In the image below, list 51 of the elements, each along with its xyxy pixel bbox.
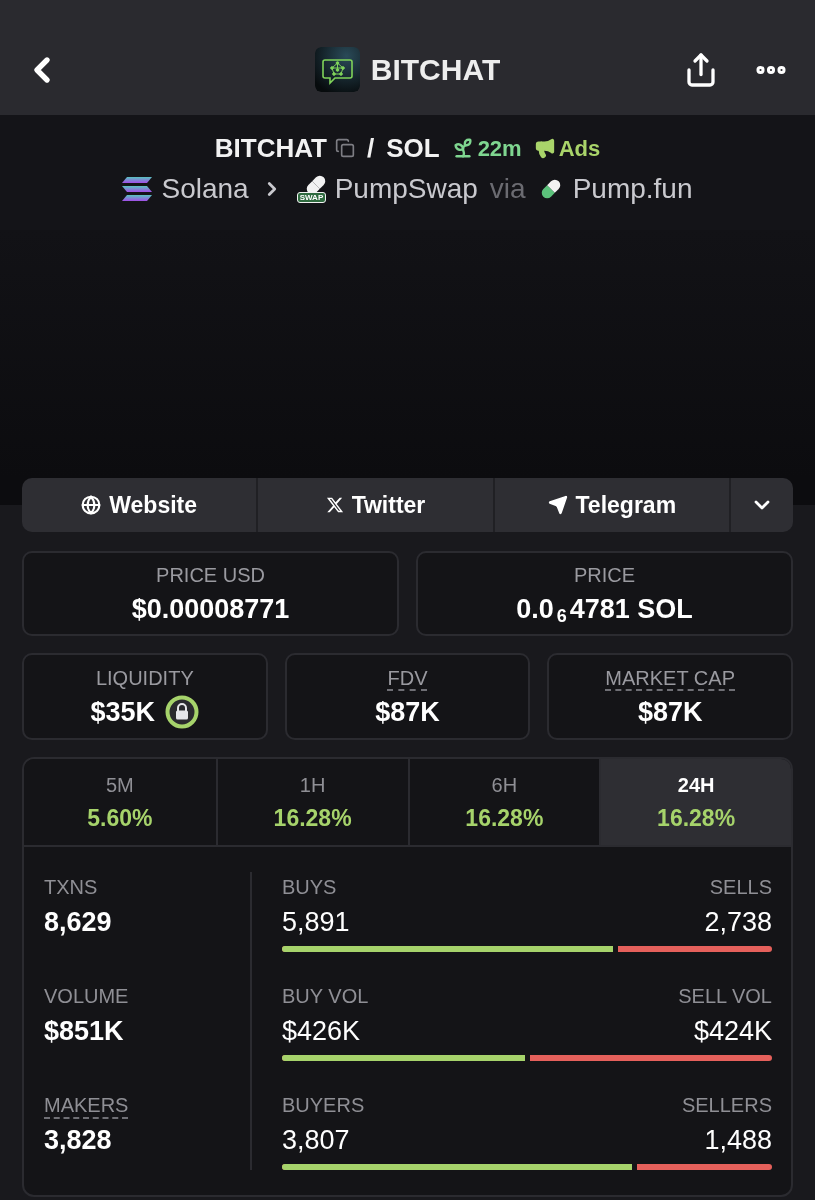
paper-plane-icon: [547, 495, 568, 515]
quote-symbol: SOL: [386, 131, 440, 165]
twitter-button[interactable]: Twitter: [256, 478, 493, 532]
sprout-icon: [451, 137, 474, 159]
pair-slash: /: [366, 131, 375, 165]
split-label: SELLERS: [681, 1093, 772, 1118]
pair-age: 22m: [477, 134, 522, 163]
stat-label: MAKERS: [44, 1093, 129, 1118]
card-value: $35K: [90, 695, 156, 729]
split-value: 2,738: [704, 906, 772, 939]
copy-icon[interactable]: [334, 138, 355, 158]
split-label: SELLS: [709, 875, 772, 900]
ads-link[interactable]: Ads: [558, 131, 601, 165]
stat-value: 3,828: [44, 1124, 112, 1157]
globe-icon: [81, 495, 102, 515]
via-text: via: [489, 172, 526, 206]
telegram-button[interactable]: Telegram: [492, 478, 729, 532]
split-value: 3,807: [282, 1124, 350, 1157]
card-label: MARKET CAP: [605, 665, 735, 691]
split-label: BUYS: [282, 875, 337, 900]
chat-bubble-logo-icon: [314, 47, 360, 92]
card-value: 0.0$_{6}$4781 SOL: [516, 592, 693, 626]
website-button[interactable]: Website: [22, 478, 257, 532]
card-label: PRICE USD: [156, 562, 265, 588]
timeframe-tab[interactable]: 24H 16.28%: [599, 759, 791, 845]
split-label: SELL VOL: [678, 984, 772, 1009]
split-label: BUYERS: [282, 1093, 365, 1118]
card-label: LIQUIDITY: [95, 665, 194, 691]
stat-label: VOLUME: [44, 984, 129, 1009]
card-value: $0.00008771: [131, 592, 290, 626]
split-value: 1,488: [704, 1124, 772, 1157]
stat-label: TXNS: [44, 875, 98, 900]
swap-badge: SWAP: [296, 192, 327, 203]
split-label: BUY VOL: [282, 984, 369, 1009]
dex-link[interactable]: PumpSwap: [334, 168, 478, 210]
card-label: FDV: [387, 665, 428, 691]
card-value: $87K: [637, 695, 703, 729]
chain-link[interactable]: Solana: [161, 168, 249, 210]
split-value: $424K: [693, 1015, 772, 1048]
stat-value: 8,629: [44, 906, 112, 939]
token-title: BITCHAT: [370, 51, 501, 88]
stat-value: $851K: [44, 1015, 124, 1048]
x-logo-icon: [325, 496, 344, 514]
split-value: $426K: [282, 1015, 361, 1048]
card-label: PRICE: [573, 562, 636, 588]
split-value: 5,891: [282, 906, 350, 939]
token-symbol: BITCHAT: [214, 131, 327, 165]
card-value: $87K: [375, 695, 440, 729]
megaphone-icon: [533, 137, 556, 159]
solana-logo-icon: [122, 177, 153, 201]
launchpad-link[interactable]: Pump.fun: [572, 168, 693, 210]
